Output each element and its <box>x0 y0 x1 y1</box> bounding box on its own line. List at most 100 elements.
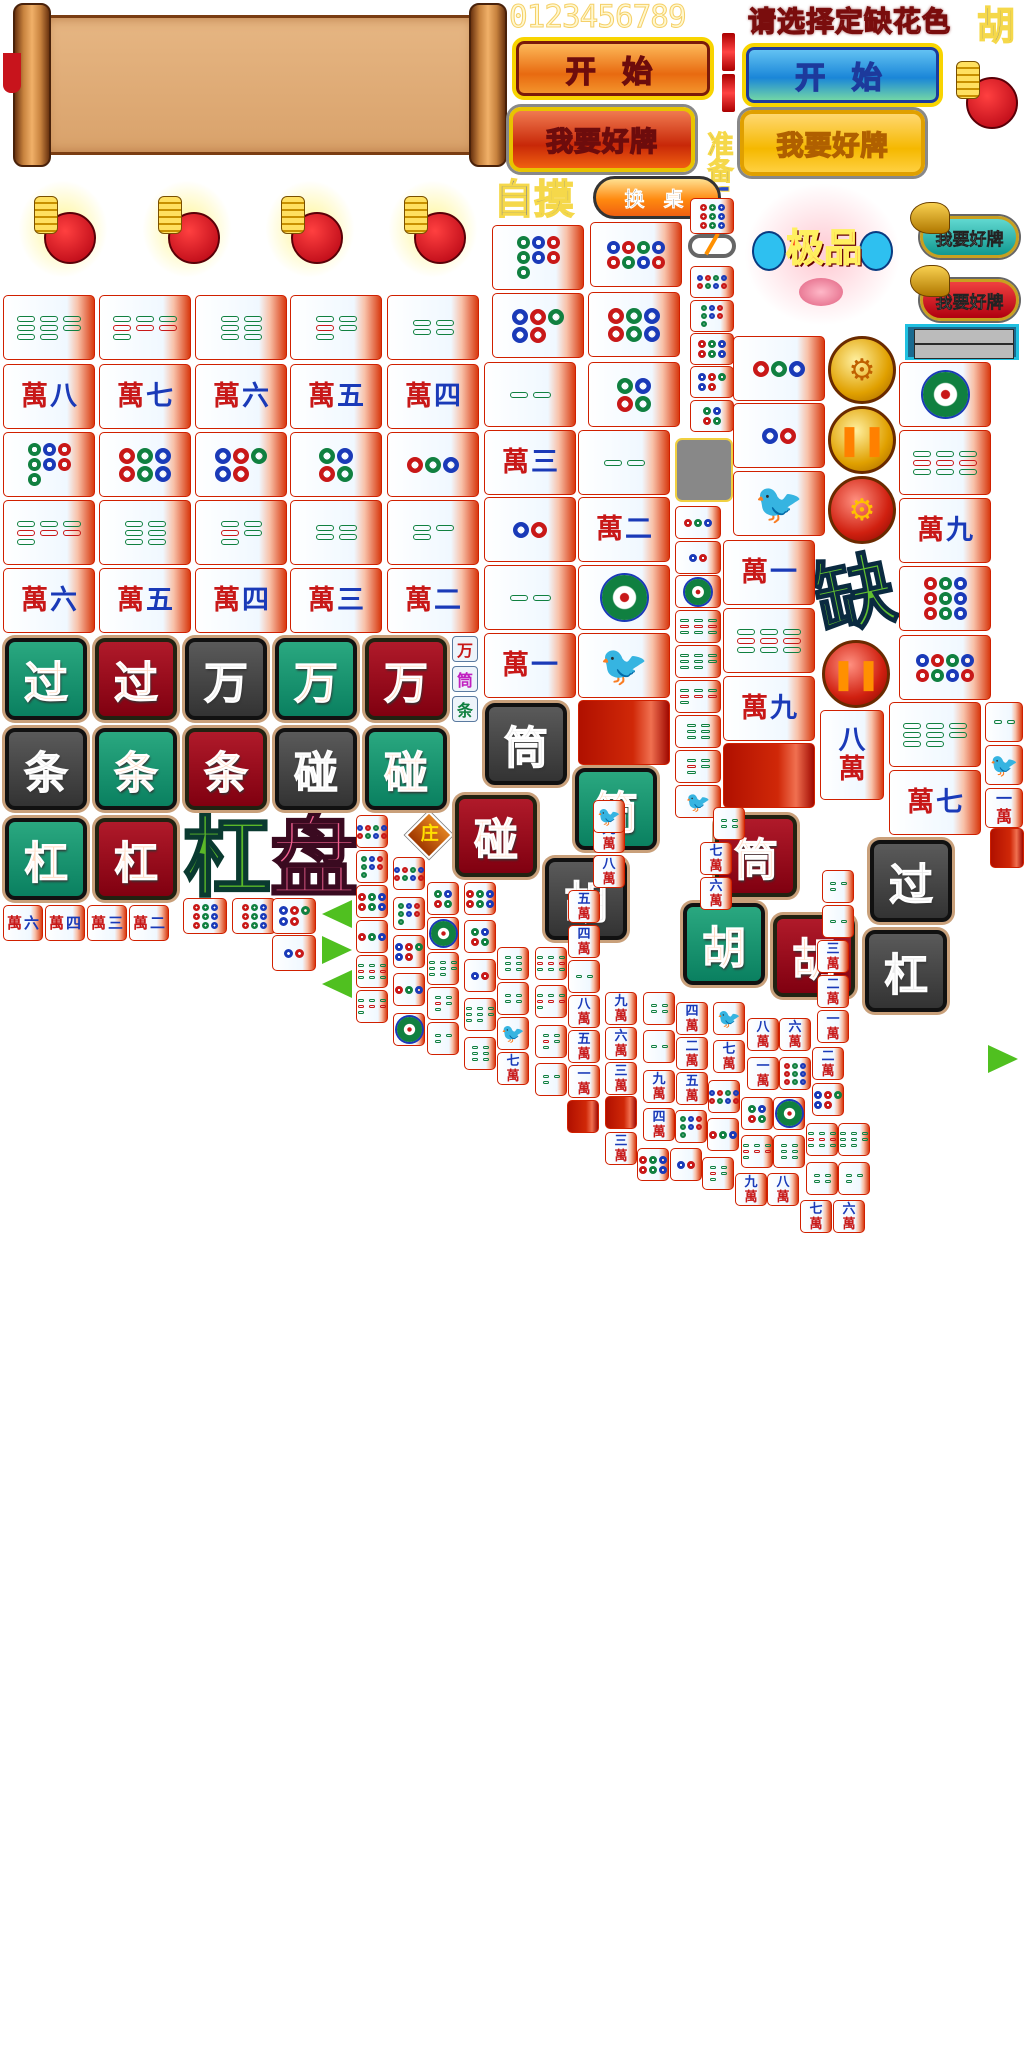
action-button[interactable]: 杠 <box>95 818 177 900</box>
wan-char: 萬 <box>117 381 144 412</box>
action-button[interactable]: 万 <box>365 638 447 720</box>
action-button[interactable]: 杠 <box>865 930 947 1012</box>
tassel-icon <box>3 53 21 93</box>
premium-badge: 极品 <box>744 183 901 326</box>
lucky-bag-icon <box>142 180 232 278</box>
want-good-tiles-dragon-button-teal[interactable]: 我要好牌 <box>910 202 1019 260</box>
tile-characters: 五萬 <box>676 1072 708 1105</box>
tile-dots <box>675 506 721 539</box>
tile-bamboo <box>195 500 287 565</box>
tile-dots <box>675 541 721 574</box>
suit-button[interactable]: 条 <box>452 696 478 722</box>
bird-icon: 🐦 <box>501 1023 525 1045</box>
pause-button-gold[interactable]: ❚❚ <box>828 406 896 474</box>
progress-track <box>914 329 1014 344</box>
want-good-tiles-button-gold[interactable]: 我要好牌 <box>740 110 925 176</box>
wan-char: 萬 <box>502 650 529 681</box>
tile-bamboo <box>535 1025 567 1058</box>
wan-char: 萬 <box>826 1026 840 1042</box>
wan-char: 萬 <box>756 1034 770 1050</box>
tile-dots <box>387 432 479 497</box>
action-button[interactable]: 碰 <box>365 728 447 810</box>
wan-char: 萬 <box>405 381 432 412</box>
tile-characters: 萬二 <box>578 497 670 562</box>
arrow-right-icon[interactable] <box>988 1045 1018 1073</box>
action-button[interactable]: 胡 <box>683 903 765 985</box>
action-button[interactable]: 过 <box>5 638 87 720</box>
action-button[interactable]: 条 <box>95 728 177 810</box>
tile-dots <box>272 935 316 971</box>
want-good-tiles-dragon-button-red[interactable]: 我要好牌 <box>910 265 1019 323</box>
tile-characters: 一萬 <box>747 1057 779 1090</box>
tile-dots <box>590 222 682 287</box>
tile-bamboo <box>535 947 567 980</box>
scroll-roll-right <box>469 3 507 167</box>
pan-big-text: 盘 <box>269 806 360 909</box>
tile-dots <box>356 850 388 883</box>
action-button[interactable]: 过 <box>870 840 952 922</box>
start-button-orange[interactable]: 开 始 <box>512 37 714 100</box>
suit-button[interactable]: 万 <box>452 636 478 662</box>
tile-characters: 萬六 <box>195 364 287 429</box>
action-button[interactable]: 碰 <box>275 728 357 810</box>
tile-bamboo <box>195 295 287 360</box>
wan-char: 萬 <box>809 1216 823 1232</box>
action-button[interactable]: 条 <box>5 728 87 810</box>
tile-dots <box>588 362 680 427</box>
wan-numeral: 八 <box>756 1019 770 1035</box>
wan-char: 萬 <box>685 1088 699 1104</box>
tile-characters: 一萬 <box>568 1065 600 1098</box>
tile-characters: 萬五 <box>99 568 191 633</box>
arrow-right-icon[interactable] <box>322 936 352 964</box>
suit-button[interactable]: 筒 <box>452 666 478 692</box>
tile-characters: 萬一 <box>484 633 576 698</box>
tile-bamboo <box>643 992 675 1025</box>
tile-bamboo <box>578 430 670 495</box>
action-button[interactable]: 万 <box>185 638 267 720</box>
tile-characters: 萬三 <box>484 430 576 495</box>
wan-numeral: 七 <box>936 787 963 818</box>
settings-button-gold[interactable]: ⚙ <box>828 336 896 404</box>
tile-characters: 二萬 <box>817 975 849 1008</box>
wan-char: 萬 <box>826 956 840 972</box>
wan-char: 萬 <box>741 557 768 588</box>
tile-characters: 四萬 <box>643 1108 675 1141</box>
action-button[interactable]: 过 <box>95 638 177 720</box>
self-draw-label: 自摸 <box>493 176 575 224</box>
tile-bamboo <box>713 807 745 840</box>
wan-char: 萬 <box>506 1068 520 1084</box>
tile-dots <box>183 898 227 934</box>
wan-numeral: 八 <box>838 725 866 756</box>
wan-numeral: 三 <box>531 447 558 478</box>
tile-dots <box>272 898 316 934</box>
wan-numeral: 九 <box>946 515 973 546</box>
wan-char: 萬 <box>685 1053 699 1069</box>
settings-button-red[interactable]: ⚙ <box>828 476 896 544</box>
action-button[interactable]: 杠 <box>5 818 87 900</box>
tile-bamboo <box>806 1162 838 1195</box>
action-button[interactable]: 碰 <box>455 795 537 877</box>
arrow-left-icon[interactable] <box>322 970 352 998</box>
action-button[interactable]: 万 <box>275 638 357 720</box>
wan-numeral: 二 <box>150 913 166 932</box>
bird-icon: 🐦 <box>599 643 649 689</box>
action-button[interactable]: 筒 <box>485 703 567 785</box>
tile-bamboo <box>497 947 529 980</box>
progress-bar <box>905 324 1019 360</box>
want-good-tiles-button-red[interactable]: 我要好牌 <box>509 107 695 172</box>
tile-dots <box>779 1057 811 1090</box>
tile-dots <box>427 882 459 915</box>
tile-bamboo <box>889 702 981 767</box>
wan-numeral: 四 <box>577 926 591 942</box>
missing-suit-glyph: 缺 <box>805 540 905 650</box>
wan-char: 萬 <box>213 585 240 616</box>
tile-one-bamboo: 🐦 <box>578 633 670 698</box>
tile-bamboo <box>838 1123 870 1156</box>
action-button[interactable]: 条 <box>185 728 267 810</box>
start-button-blue[interactable]: 开 始 <box>742 43 943 107</box>
arrow-left-icon[interactable] <box>322 900 352 928</box>
wan-char: 萬 <box>788 1034 802 1050</box>
wan-numeral: 八 <box>602 856 616 872</box>
wan-char: 萬 <box>577 1081 591 1097</box>
tile-bamboo <box>675 645 721 678</box>
